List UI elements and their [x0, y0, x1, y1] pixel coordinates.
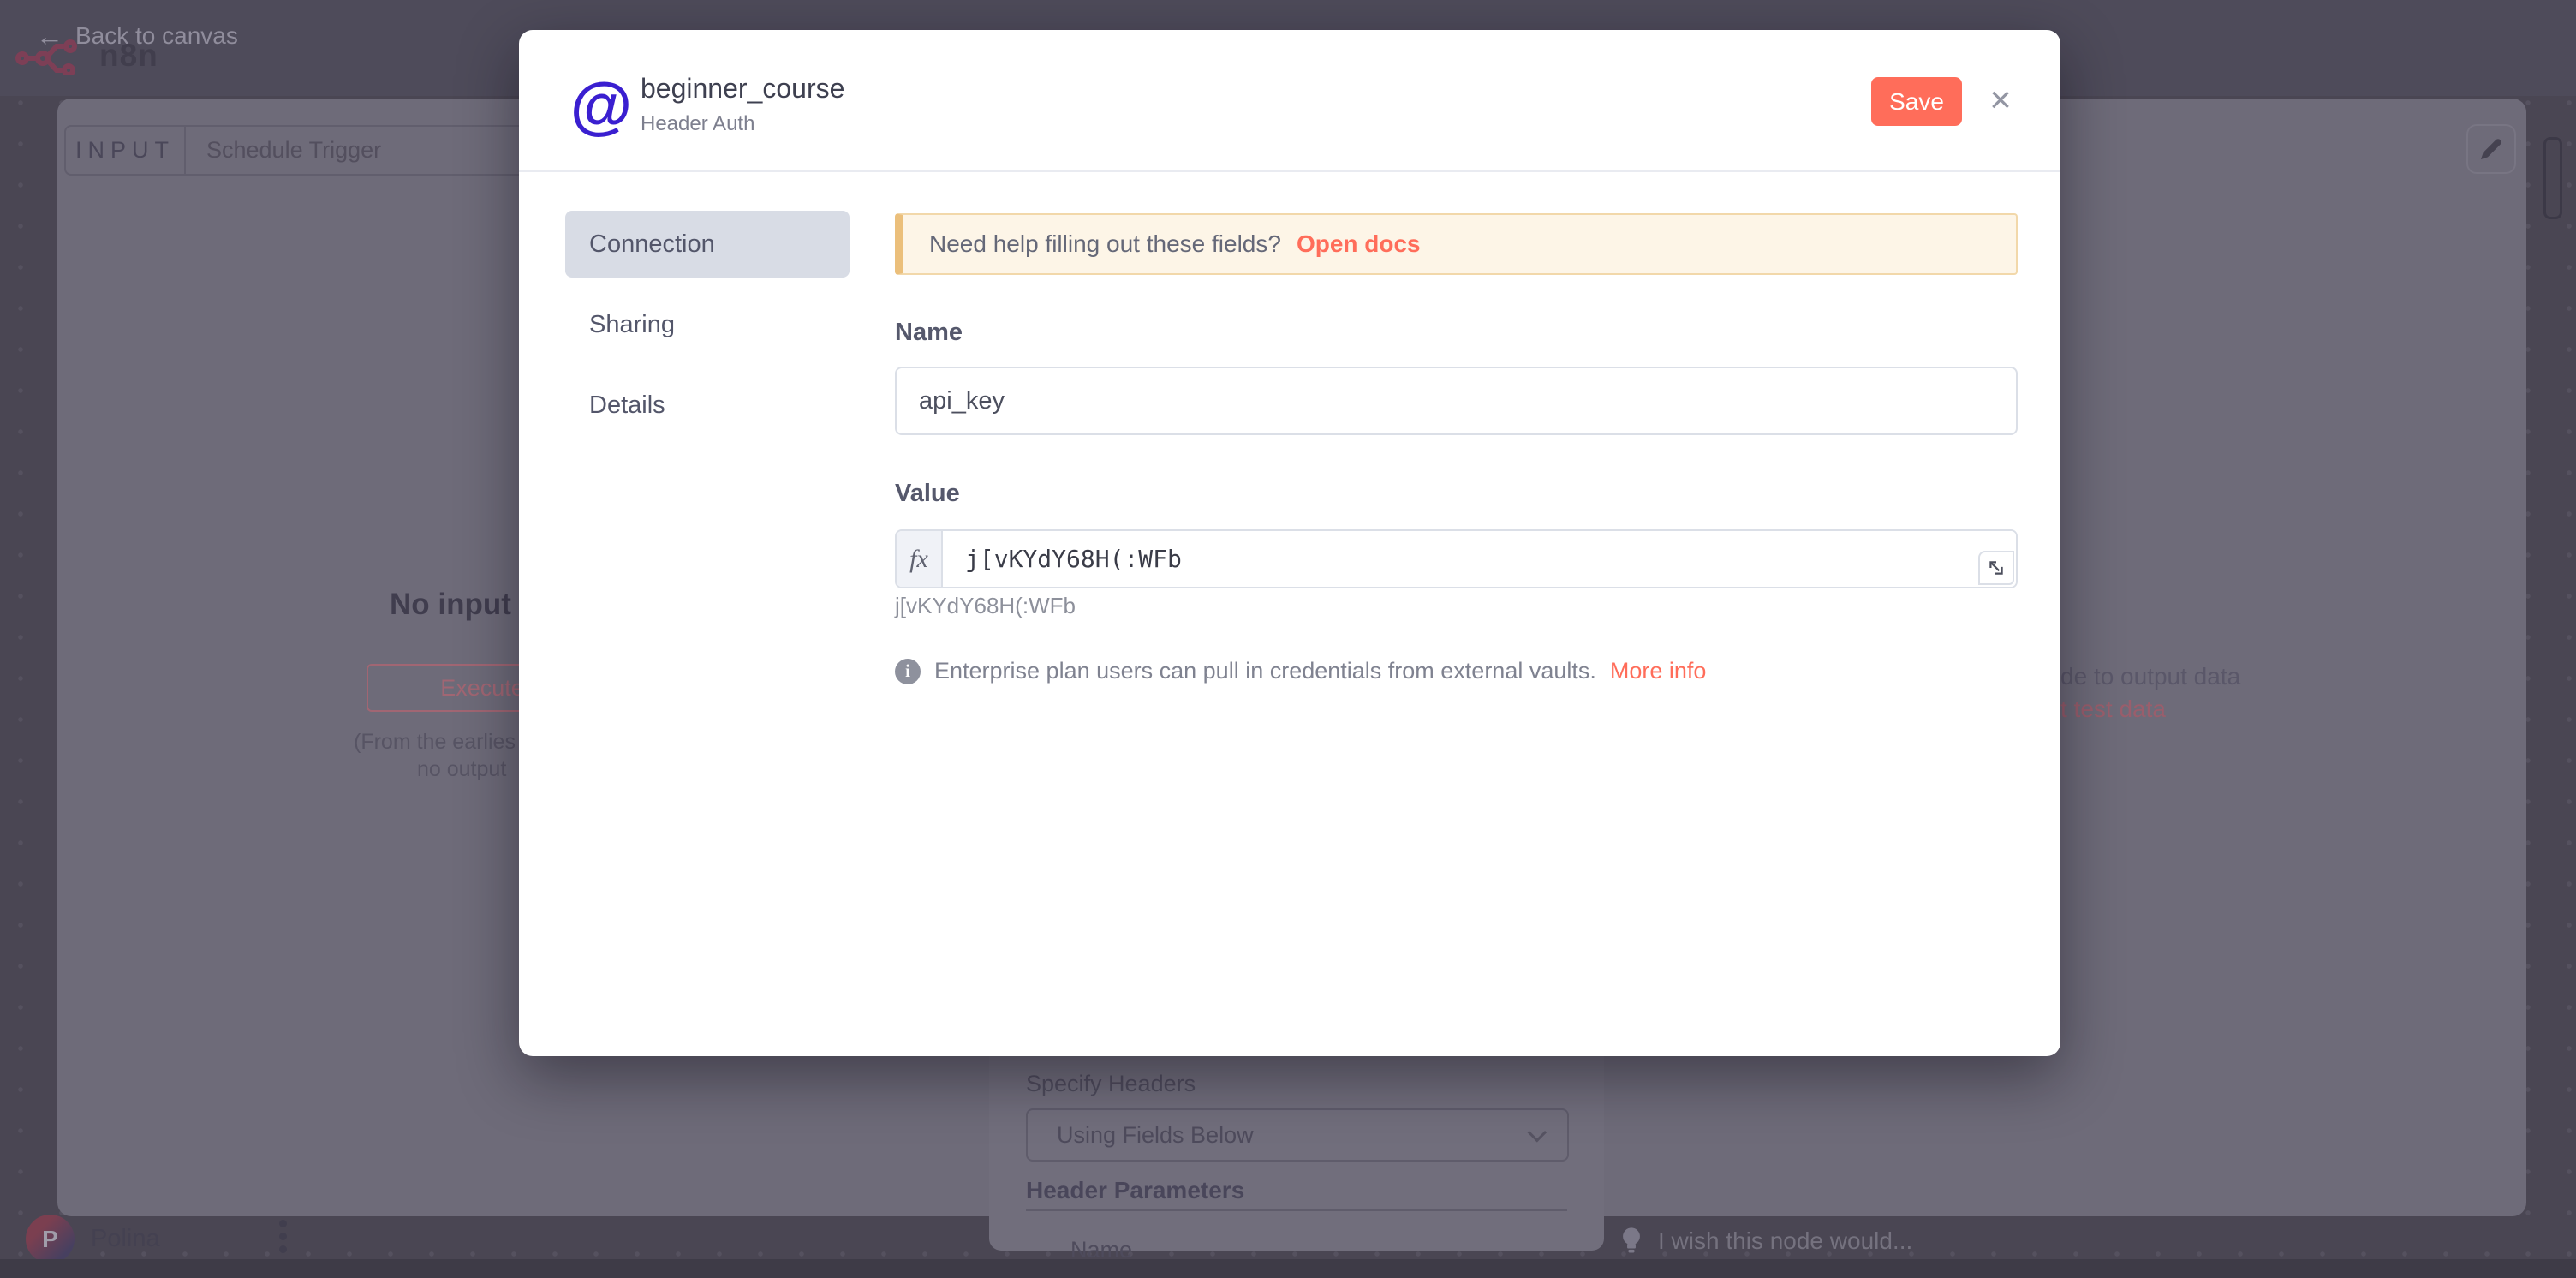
tab-connection-label: Connection	[589, 230, 715, 259]
avatar[interactable]: P	[26, 1215, 75, 1263]
save-button[interactable]: Save	[1871, 77, 1962, 126]
value-input[interactable]	[943, 531, 2016, 587]
info-icon: i	[895, 659, 921, 684]
tab-sharing[interactable]: Sharing	[565, 291, 850, 358]
no-input-title: No input c	[390, 588, 536, 622]
canvas-element	[2543, 137, 2562, 219]
enterprise-info-text: Enterprise plan users can pull in creden…	[934, 658, 1596, 684]
docs-callout: Need help filling out these fields? Open…	[895, 213, 2018, 275]
avatar-initial: P	[42, 1226, 58, 1253]
expand-arrow-icon	[1987, 558, 2006, 577]
input-source-selector[interactable]: INPUT Schedule Trigger	[64, 125, 527, 176]
credential-modal: @ beginner_course Header Auth Save × Con…	[519, 30, 2060, 1056]
input-badge: INPUT	[66, 127, 186, 174]
close-icon[interactable]: ×	[1975, 75, 2026, 126]
specify-headers-select[interactable]: Using Fields Below	[1026, 1108, 1569, 1162]
node-wish-placeholder: I wish this node would...	[1658, 1227, 1912, 1255]
tab-details-label: Details	[589, 391, 665, 420]
divider	[1026, 1209, 1567, 1211]
set-test-data-link[interactable]: t test data	[2060, 696, 2166, 723]
edit-node-button[interactable]	[2466, 124, 2516, 174]
more-info-link[interactable]: More info	[1610, 658, 1707, 684]
credential-at-icon: @	[562, 66, 641, 145]
divider	[519, 170, 2060, 172]
input-note-line1: (From the earlies	[354, 730, 516, 755]
tab-details[interactable]: Details	[565, 372, 850, 439]
value-hint-text: j[vKYdY68H(:WFb	[895, 593, 1076, 619]
specify-headers-value: Using Fields Below	[1057, 1122, 1254, 1149]
lightbulb-icon	[1619, 1227, 1644, 1256]
bottom-strip	[0, 1259, 2576, 1278]
chevron-down-icon	[1528, 1123, 1547, 1143]
input-note-line2: no output	[417, 757, 506, 782]
n8n-logo-icon	[15, 36, 91, 75]
output-panel-text: de to output data	[2060, 663, 2240, 690]
n8n-logo-text: n8n	[99, 38, 158, 74]
user-menu-kebab-icon[interactable]	[279, 1220, 288, 1253]
pencil-icon	[2478, 135, 2505, 163]
tab-connection[interactable]: Connection	[565, 211, 850, 278]
value-input-row: fx	[895, 529, 2018, 588]
credential-type-label: Header Auth	[641, 112, 754, 136]
n8n-logo[interactable]: n8n	[15, 36, 158, 75]
specify-headers-label: Specify Headers	[1026, 1071, 1196, 1097]
user-name: Polina	[91, 1225, 160, 1253]
name-field-label: Name	[895, 319, 963, 347]
expression-fx-toggle[interactable]: fx	[897, 531, 943, 587]
app-root: ← Back to canvas n8n INPUT Schedule Trig…	[0, 0, 2576, 1278]
header-parameters-label: Header Parameters	[1026, 1177, 1244, 1204]
node-wish-input[interactable]: I wish this node would...	[1619, 1227, 1912, 1256]
docs-callout-text: Need help filling out these fields?	[929, 230, 1281, 258]
credential-title: beginner_course	[641, 73, 844, 105]
expand-editor-button[interactable]	[1978, 551, 2014, 585]
value-field-label: Value	[895, 480, 960, 508]
open-docs-link[interactable]: Open docs	[1297, 230, 1421, 258]
name-input[interactable]	[895, 367, 2018, 435]
tab-sharing-label: Sharing	[589, 311, 675, 339]
enterprise-info-row: i Enterprise plan users can pull in cred…	[895, 658, 1706, 684]
input-source-value: Schedule Trigger	[186, 127, 381, 174]
